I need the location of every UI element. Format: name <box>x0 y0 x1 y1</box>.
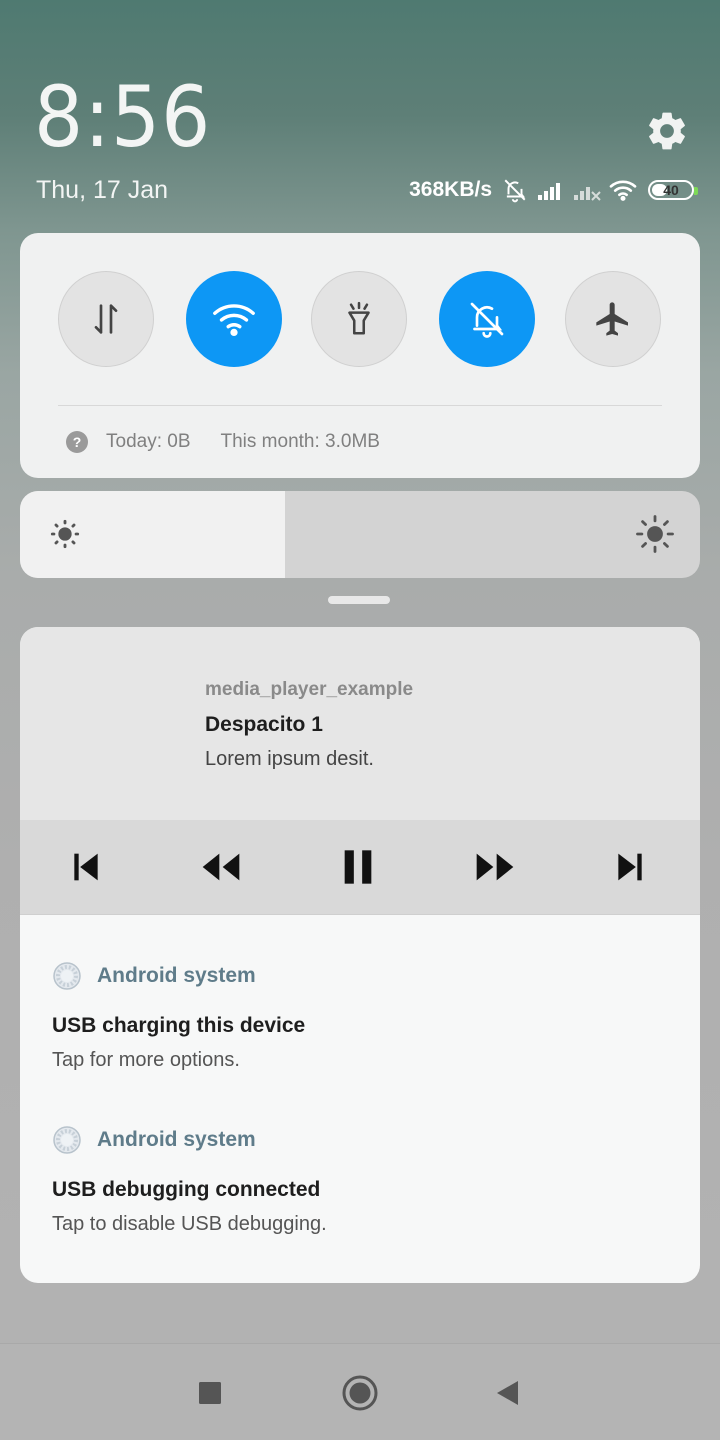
notification-app-row: Android system <box>52 961 256 991</box>
sun-large-icon <box>636 515 674 553</box>
media-text: Lorem ipsum desit. <box>205 748 374 770</box>
notification-app-name: Android system <box>97 1128 256 1151</box>
divider <box>58 405 662 406</box>
flashlight-icon <box>348 301 370 335</box>
home-button[interactable] <box>335 1368 385 1418</box>
notification-app-row: Android system <box>52 1125 256 1155</box>
help-icon[interactable]: ? <box>66 431 88 453</box>
network-speed: 368KB/s <box>409 178 492 201</box>
wifi-icon <box>608 175 638 205</box>
notification-item[interactable]: Android system USB debugging connected T… <box>20 1081 700 1246</box>
navigation-bar <box>0 1343 720 1440</box>
battery-level: 40 <box>663 182 679 198</box>
brightness-slider[interactable] <box>20 491 700 578</box>
settings-gear-icon[interactable] <box>644 108 690 154</box>
bell-off-icon <box>470 302 504 338</box>
silent-bell-icon <box>500 175 530 205</box>
wifi-toggle[interactable] <box>186 271 282 367</box>
back-triangle-icon <box>497 1381 518 1405</box>
notification-text: Tap for more options. <box>52 1049 240 1071</box>
recents-square-icon <box>199 1382 221 1404</box>
notification-title: USB charging this device <box>52 1014 306 1037</box>
android-system-icon <box>53 1126 81 1154</box>
usage-today: Today: 0B <box>106 431 191 452</box>
android-system-icon <box>53 962 81 990</box>
skip-previous-icon <box>74 853 98 881</box>
airplane-icon <box>596 302 628 336</box>
skip-previous-button[interactable] <box>58 842 114 892</box>
status-bar: 368KB/s 40 <box>409 172 698 208</box>
wifi-icon <box>213 304 255 337</box>
fast-forward-icon <box>476 853 514 881</box>
mobile-data-toggle[interactable] <box>58 271 154 367</box>
fast-forward-button[interactable] <box>467 842 523 892</box>
panel-drag-handle[interactable] <box>328 596 390 604</box>
notification-title: USB debugging connected <box>52 1178 321 1201</box>
notification-text: Tap to disable USB debugging. <box>52 1213 327 1235</box>
airplane-mode-toggle[interactable] <box>565 271 661 367</box>
data-arrows-icon <box>94 304 118 334</box>
clock[interactable]: 8:56 <box>34 68 211 166</box>
signal-icon <box>536 175 566 205</box>
skip-next-button[interactable] <box>602 842 658 892</box>
notification-item[interactable]: Android system USB charging this device … <box>20 916 700 1081</box>
notification-app-name: Android system <box>97 964 256 987</box>
battery-tip <box>694 187 698 195</box>
skip-next-icon <box>618 853 642 881</box>
rewind-button[interactable] <box>193 842 249 892</box>
date[interactable]: Thu, 17 Jan <box>36 176 168 205</box>
battery-icon: 40 <box>648 180 698 200</box>
usage-month: This month: 3.0MB <box>220 431 380 452</box>
pause-icon <box>344 850 372 884</box>
notifications-panel: media_player_example Despacito 1 Lorem i… <box>20 627 700 1283</box>
data-usage-row[interactable]: ? Today: 0B This month: 3.0MB <box>66 430 380 454</box>
sun-small-icon <box>50 519 80 549</box>
recents-button[interactable] <box>185 1368 235 1418</box>
flashlight-toggle[interactable] <box>311 271 407 367</box>
media-controls <box>20 820 700 915</box>
signal-no-service-icon <box>572 175 602 205</box>
back-button[interactable] <box>482 1368 532 1418</box>
media-title: Despacito 1 <box>205 713 323 736</box>
quick-settings-panel: ? Today: 0B This month: 3.0MB <box>20 233 700 478</box>
silent-toggle[interactable] <box>439 271 535 367</box>
home-circle-icon <box>342 1375 378 1411</box>
rewind-icon <box>202 853 240 881</box>
pause-button[interactable] <box>330 842 386 892</box>
media-notification[interactable]: media_player_example Despacito 1 Lorem i… <box>20 627 700 820</box>
media-app-name: media_player_example <box>205 679 414 700</box>
